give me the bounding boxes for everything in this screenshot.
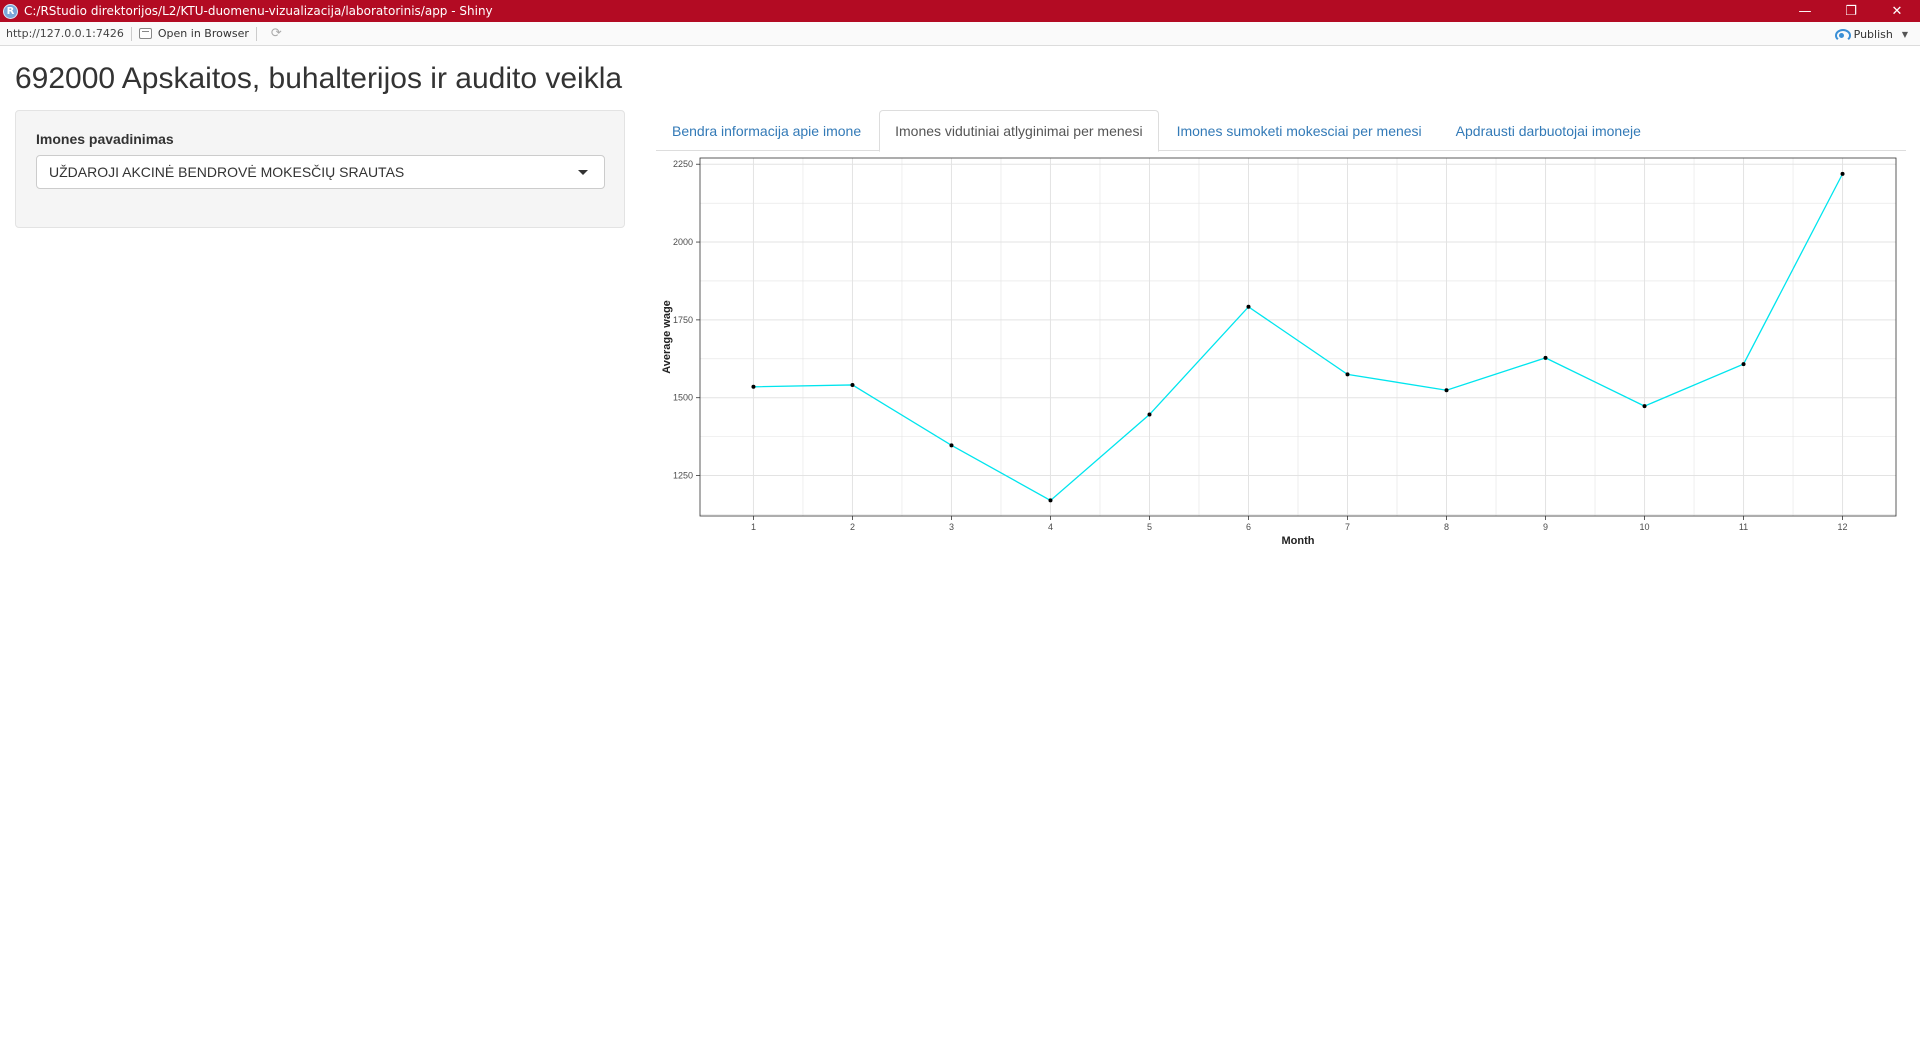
minimize-button[interactable]: — [1782, 0, 1828, 22]
tab-average-wages[interactable]: Imones vidutiniai atlyginimai per menesi [879, 110, 1159, 152]
x-axis-label: Month [1282, 535, 1315, 547]
x-tick-label: 3 [949, 522, 954, 532]
publish-icon [1834, 28, 1851, 42]
url-display[interactable]: http://127.0.0.1:7426 [6, 27, 124, 40]
x-tick-label: 12 [1838, 522, 1848, 532]
wage-line-chart: 12501500175020002250 1 2 3 4 5 6 7 8 9 10 11 12 Mon… [661, 157, 1897, 547]
data-point [1246, 304, 1251, 309]
r-app-icon: R [3, 3, 18, 19]
x-tick-label: 6 [1246, 522, 1251, 532]
data-point [1147, 412, 1152, 417]
publish-button[interactable]: Publish ▼ [1834, 22, 1908, 46]
x-tick-label: 8 [1444, 522, 1449, 532]
browser-window-icon [138, 28, 152, 39]
data-point [1543, 355, 1548, 360]
x-tick-label: 10 [1640, 522, 1650, 532]
x-axis-ticks: 1 2 3 4 5 6 7 8 9 10 11 12 [751, 516, 1848, 532]
x-tick-label: 7 [1345, 522, 1350, 532]
data-point [1048, 498, 1053, 503]
x-tick-label: 5 [1147, 522, 1152, 532]
toolbar-divider [255, 26, 257, 41]
tab-taxes-paid[interactable]: Imones sumoketi mokesciai per menesi [1161, 110, 1438, 151]
x-tick-label: 1 [751, 522, 756, 532]
y-tick-label: 1750 [673, 315, 693, 325]
company-select-value: UŽDAROJI AKCINĖ BENDROVĖ MOKESČIŲ SRAUTA… [49, 164, 405, 180]
open-in-browser-button[interactable]: Open in Browser [138, 27, 249, 40]
tab-insured-employees[interactable]: Apdrausti darbuotojai imoneje [1440, 110, 1657, 151]
chart-grid [700, 158, 1896, 516]
y-tick-label: 1500 [673, 393, 693, 403]
chevron-down-icon[interactable]: ▼ [1902, 30, 1908, 39]
data-point [1642, 404, 1647, 409]
restore-button[interactable]: ❐ [1828, 0, 1874, 22]
y-axis-label: Average wage [661, 300, 673, 374]
x-tick-label: 4 [1048, 522, 1053, 532]
close-button[interactable]: ✕ [1874, 0, 1920, 22]
x-tick-label: 2 [850, 522, 855, 532]
data-point [1741, 362, 1746, 367]
toolbar-divider [130, 26, 132, 41]
x-tick-label: 9 [1543, 522, 1548, 532]
data-point [1444, 388, 1449, 393]
window-title: C:/RStudio direktorijos/L2/KTU-duomenu-v… [24, 4, 493, 18]
company-select[interactable]: UŽDAROJI AKCINĖ BENDROVĖ MOKESČIŲ SRAUTA… [36, 155, 605, 189]
y-tick-label: 2000 [673, 237, 693, 247]
data-point [1345, 372, 1350, 377]
chevron-down-icon [578, 170, 588, 175]
data-point [1840, 171, 1845, 176]
open-in-browser-label: Open in Browser [157, 27, 249, 40]
wage-chart: 1250 1500 1750 2000 2250 1 2 3 4 5 6 7 8 9 10 11 12 Mon… [656, 152, 1906, 552]
viewer-toolbar: http://127.0.0.1:7426 Open in Browser ⟳ … [0, 22, 1920, 46]
refresh-icon[interactable]: ⟳ [271, 26, 282, 41]
publish-label: Publish [1853, 27, 1893, 41]
data-point [949, 443, 954, 448]
window-titlebar: R C:/RStudio direktorijos/L2/KTU-duomenu… [0, 0, 1920, 22]
data-point [751, 384, 756, 389]
x-tick-label: 11 [1739, 522, 1748, 532]
tab-general-info[interactable]: Bendra informacija apie imone [656, 110, 877, 151]
data-point [850, 382, 855, 387]
tab-bar: Bendra informacija apie imone Imones vid… [656, 110, 1906, 152]
window-controls: — ❐ ✕ [1782, 0, 1920, 22]
y-tick-label: 1250 [673, 471, 693, 481]
company-select-label: Imones pavadinimas [36, 131, 174, 147]
y-tick-label: 2250 [673, 159, 693, 169]
page-title: 692000 Apskaitos, buhalterijos ir audito… [15, 62, 623, 95]
y-axis-ticks: 1250 1500 1750 2000 2250 [673, 159, 700, 481]
sidebar-panel: Imones pavadinimas UŽDAROJI AKCINĖ BENDR… [15, 110, 625, 228]
